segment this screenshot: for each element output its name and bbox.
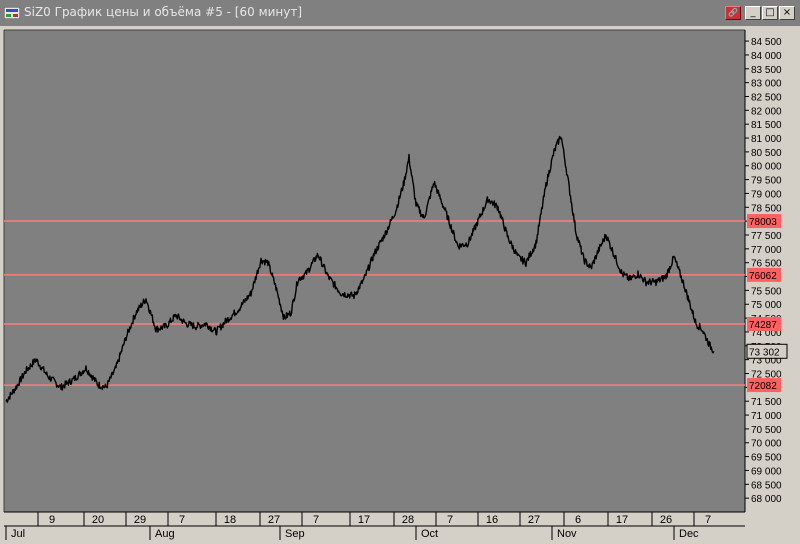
y-tick-label: 81 000 xyxy=(751,134,782,145)
minimize-button[interactable]: _ xyxy=(745,6,761,20)
link-icon: 🔗 xyxy=(728,8,738,17)
window-title: SiZ0 График цены и объёма #5 - [60 минут… xyxy=(24,5,303,19)
close-button[interactable]: × xyxy=(779,6,795,20)
x-day-tick-label: 7 xyxy=(313,514,319,526)
chart-window: SiZ0 График цены и объёма #5 - [60 минут… xyxy=(0,0,800,544)
x-day-tick-label: 7 xyxy=(447,514,453,526)
x-day-tick-label: 7 xyxy=(705,514,711,526)
x-day-tick-label: 17 xyxy=(616,514,628,526)
x-month-label: Dec xyxy=(679,528,699,540)
y-tick-label: 68 500 xyxy=(751,480,782,491)
x-day-tick-label: 20 xyxy=(92,514,104,526)
y-tick-label: 75 500 xyxy=(751,286,782,297)
y-tick-label: 80 500 xyxy=(751,148,782,159)
x-month-label: Aug xyxy=(155,528,175,540)
x-month-label: Sep xyxy=(285,528,305,540)
level-label: 74287 xyxy=(749,320,777,331)
y-tick-label: 82 000 xyxy=(751,106,782,117)
y-tick-label: 84 000 xyxy=(751,51,782,62)
y-tick-label: 79 500 xyxy=(751,176,782,187)
y-tick-label: 77 000 xyxy=(751,245,782,256)
y-tick-label: 69 000 xyxy=(751,466,782,477)
maximize-icon: □ xyxy=(765,7,775,18)
y-tick-label: 77 500 xyxy=(751,231,782,242)
y-tick-label: 81 500 xyxy=(751,120,782,131)
x-day-tick-label: 27 xyxy=(528,514,540,526)
x-day-tick-label: 18 xyxy=(224,514,236,526)
y-tick-label: 71 000 xyxy=(751,411,782,422)
y-tick-label: 68 000 xyxy=(751,494,782,505)
y-tick-label: 83 000 xyxy=(751,79,782,90)
x-day-tick-label: 27 xyxy=(268,514,280,526)
x-month-label: Nov xyxy=(557,528,577,540)
close-icon: × xyxy=(782,7,792,18)
level-label: 76062 xyxy=(749,271,777,282)
x-day-tick-label: 17 xyxy=(358,514,370,526)
link-button[interactable]: 🔗 xyxy=(725,6,741,20)
x-day-tick-label: 6 xyxy=(575,514,581,526)
y-tick-label: 79 000 xyxy=(751,189,782,200)
level-label: 78003 xyxy=(749,217,777,228)
x-day-tick-label: 28 xyxy=(402,514,414,526)
x-day-tick-label: 29 xyxy=(134,514,146,526)
x-month-label: Jul xyxy=(11,528,25,540)
y-tick-label: 80 000 xyxy=(751,162,782,173)
y-tick-label: 83 500 xyxy=(751,65,782,76)
price-chart[interactable]: 68 000 68 500 69 000 69 500 70 000 70 500 71 0… xyxy=(0,26,800,544)
title-bar[interactable]: SiZ0 График цены и объёма #5 - [60 минут… xyxy=(0,0,800,26)
last-price-label: 73 302 xyxy=(749,347,780,358)
y-tick-label: 70 500 xyxy=(751,425,782,436)
chart-window-icon xyxy=(4,7,20,19)
y-tick-label: 78 500 xyxy=(751,203,782,214)
y-tick-label: 75 000 xyxy=(751,300,782,311)
x-day-tick-label: 16 xyxy=(486,514,498,526)
x-day-tick-label: 26 xyxy=(660,514,672,526)
minimize-icon: _ xyxy=(750,7,756,18)
x-month-label: Oct xyxy=(421,528,438,540)
y-tick-label: 71 500 xyxy=(751,397,782,408)
plot-area[interactable] xyxy=(4,30,745,512)
y-tick-label: 82 500 xyxy=(751,92,782,103)
y-tick-label: 70 000 xyxy=(751,439,782,450)
y-tick-label: 69 500 xyxy=(751,453,782,464)
x-day-tick-label: 9 xyxy=(49,514,55,526)
level-label: 72082 xyxy=(749,381,777,392)
maximize-button[interactable]: □ xyxy=(762,6,778,20)
x-day-tick-label: 7 xyxy=(179,514,185,526)
y-tick-label: 84 500 xyxy=(751,37,782,48)
